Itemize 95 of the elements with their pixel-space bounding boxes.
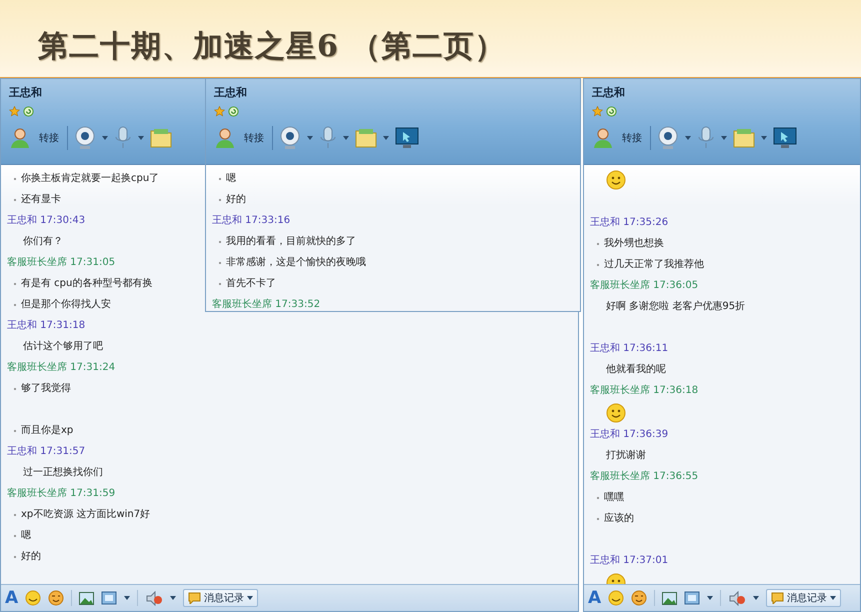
chat-bubble-icon	[188, 592, 202, 604]
caret-icon	[247, 596, 254, 600]
message-text: 我外甥也想换	[604, 236, 664, 250]
wink-icon[interactable]	[48, 590, 64, 606]
message-history-button[interactable]: 消息记录	[183, 589, 258, 607]
refresh-icon[interactable]	[23, 106, 34, 116]
microphone-icon[interactable]	[319, 126, 337, 150]
caret-icon	[685, 136, 691, 140]
microphone-icon[interactable]	[697, 126, 715, 150]
message-text: 过几天正常了我推荐他	[604, 258, 704, 272]
message-text: 好的	[21, 550, 41, 564]
caret-icon	[830, 596, 836, 600]
transfer-button[interactable]: 转接	[620, 131, 644, 145]
smiley-icon[interactable]	[608, 590, 624, 606]
sender-line: 王忠和 17:36:11	[590, 342, 668, 356]
monitor-icon[interactable]	[773, 127, 797, 149]
sender-line: 王忠和 17:33:16	[212, 214, 290, 228]
caret-icon	[124, 596, 130, 600]
monitor-icon[interactable]	[395, 127, 419, 149]
star-icon	[214, 106, 225, 116]
message-text: 你们有？	[23, 234, 63, 248]
image-icon[interactable]	[79, 592, 94, 604]
message-text: 非常感谢，这是个愉快的夜晚哦	[226, 256, 366, 270]
message-text: 应该的	[604, 512, 634, 526]
caret-icon	[383, 136, 389, 140]
message-text: 好的	[226, 192, 246, 206]
message-text: 嘿嘿	[604, 490, 624, 504]
sender-line: 客服班长坐席 17:31:24	[7, 360, 116, 374]
smiley-icon[interactable]	[25, 590, 42, 606]
webcam-icon[interactable]	[657, 126, 679, 150]
microphone-icon[interactable]	[114, 126, 132, 150]
transfer-button[interactable]: 转接	[37, 131, 61, 145]
caret-icon	[138, 136, 144, 140]
message-text: 还有显卡	[21, 192, 61, 206]
window-title: 王忠和	[9, 85, 42, 101]
caret-icon	[761, 136, 767, 140]
sender-line: 王忠和 17:35:26	[590, 216, 668, 230]
caret-icon	[753, 596, 760, 600]
sender-line: 王忠和 17:31:57	[7, 444, 86, 458]
message-text: 打扰谢谢	[606, 448, 646, 462]
message-text: 过一正想换找你们	[23, 466, 103, 480]
image-icon[interactable]	[662, 592, 678, 604]
sender-line: 客服班长坐席 17:36:05	[590, 278, 698, 292]
person-icon[interactable]	[592, 127, 614, 149]
chat-bubble-icon	[771, 592, 784, 604]
font-button[interactable]: A	[588, 589, 602, 607]
webcam-icon[interactable]	[74, 126, 96, 150]
message-text: 他就看我的呢	[606, 362, 666, 376]
caret-icon	[170, 596, 176, 600]
message-text: 嗯	[226, 172, 236, 186]
caret-icon	[102, 136, 108, 140]
star-icon	[9, 106, 20, 116]
message-text: 但是那个你得找人安	[21, 298, 111, 312]
caret-icon	[343, 136, 349, 140]
mute-icon[interactable]	[145, 590, 164, 606]
message-text: 首先不卡了	[226, 276, 276, 290]
sender-line: 客服班长坐席 17:36:55	[590, 470, 698, 484]
sender-line: 客服班长坐席 17:33:52	[212, 298, 320, 311]
caret-icon	[721, 136, 727, 140]
screenshot-icon[interactable]	[684, 590, 700, 606]
window-title: 王忠和	[214, 85, 247, 101]
slide-title: 第二十期、加速之星6 （第二页）	[38, 28, 506, 66]
star-icon	[592, 106, 603, 116]
wink-icon[interactable]	[631, 590, 648, 606]
font-button[interactable]: A	[5, 589, 18, 607]
sender-line: 客服班长坐席 17:31:05	[7, 256, 116, 270]
message-text: 好啊 多谢您啦 老客户优惠95折	[606, 300, 746, 314]
message-text: 你换主板肯定就要一起换cpu了	[21, 172, 160, 186]
person-icon[interactable]	[214, 127, 236, 149]
message-text: 而且你是xp	[21, 424, 74, 438]
sender-line: 王忠和 17:36:39	[590, 428, 668, 442]
sender-line: 王忠和 17:30:43	[7, 214, 86, 228]
webcam-icon[interactable]	[279, 126, 301, 150]
sender-line: 客服班长坐席 17:31:59	[7, 486, 116, 500]
message-text: 嗯	[21, 528, 31, 542]
message-history-button[interactable]: 消息记录	[766, 589, 842, 607]
window-title: 王忠和	[592, 85, 625, 101]
message-text: xp不吃资源 这方面比win7好	[21, 508, 150, 522]
mute-icon[interactable]	[728, 590, 746, 606]
message-text: 够了我觉得	[21, 382, 71, 396]
transfer-button[interactable]: 转接	[242, 131, 266, 145]
sender-line: 客服班长坐席 17:36:18	[590, 384, 698, 398]
refresh-icon[interactable]	[606, 106, 617, 116]
caret-icon	[307, 136, 313, 140]
message-text: 估计这个够用了吧	[23, 340, 103, 354]
message-text: 我用的看看，目前就快的多了	[226, 234, 356, 248]
message-text: 有是有 cpu的各种型号都有换	[21, 276, 152, 290]
sender-line: 王忠和 17:37:01	[590, 554, 668, 568]
smiley-icon	[606, 170, 626, 190]
sender-line: 王忠和 17:31:18	[7, 318, 86, 332]
smiley-icon	[606, 402, 626, 422]
caret-icon	[707, 596, 714, 600]
screenshot-icon[interactable]	[101, 590, 118, 606]
refresh-icon[interactable]	[228, 106, 239, 116]
person-icon[interactable]	[9, 127, 31, 149]
